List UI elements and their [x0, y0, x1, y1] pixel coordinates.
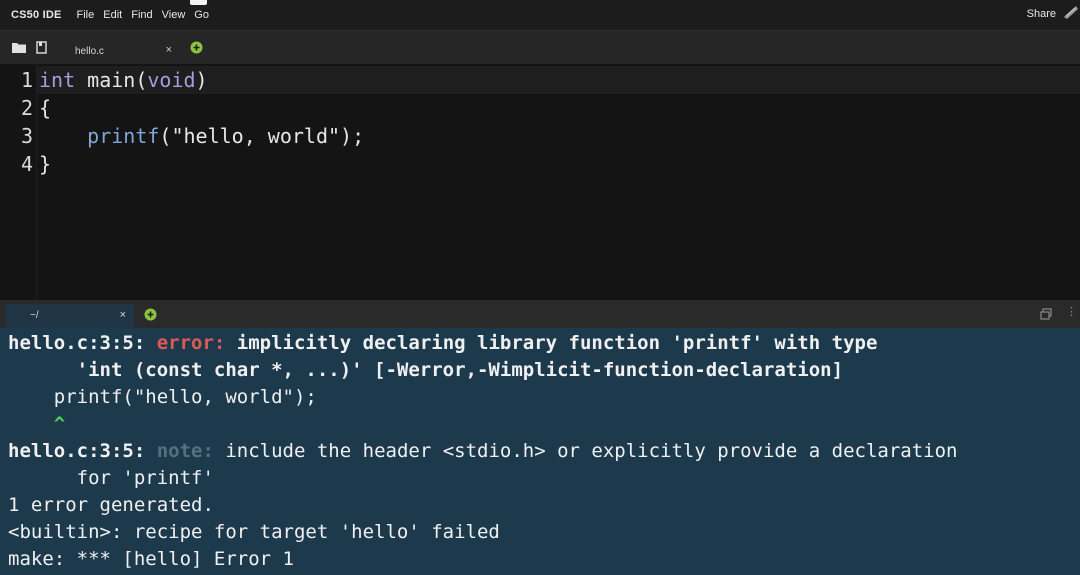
code-line-1[interactable]: int main(void) — [39, 68, 208, 92]
terminal-line: hello.c:3:5: note: include the header <s… — [8, 440, 957, 462]
tab-hello-c[interactable]: hello.c × — [60, 37, 182, 65]
terminal-line: for 'printf' — [8, 467, 214, 489]
share-icon[interactable] — [1062, 3, 1080, 21]
line-number: 3 — [20, 124, 33, 148]
menu-go[interactable]: Go — [190, 0, 209, 21]
terminal-line: hello.c:3:5: error: implicitly declaring… — [8, 332, 877, 354]
panel-menu-icon[interactable]: ⋮ — [1066, 305, 1077, 318]
terminal-output[interactable]: hello.c:3:5: error: implicitly declaring… — [0, 328, 1080, 575]
keyword: void — [147, 68, 196, 92]
menu-file[interactable]: File — [77, 9, 95, 21]
terminal-line: 'int (const char *, ...)' [-Werror,-Wimp… — [8, 359, 844, 381]
error-location: hello.c:3:5: — [8, 332, 157, 354]
menu-find[interactable]: Find — [131, 9, 152, 21]
terminal-line: printf("hello, world"); — [8, 386, 317, 408]
code-token: ) — [195, 68, 208, 92]
close-icon[interactable]: × — [120, 309, 126, 321]
code-token: ("hello, world"); — [159, 124, 365, 148]
menu-bar: CS50 IDE File Edit Find View Go Share — [0, 0, 1080, 30]
error-caret: ^ — [8, 413, 66, 435]
menu-view[interactable]: View — [162, 9, 186, 21]
keyword: int — [39, 68, 76, 92]
terminal-line: <builtin>: recipe for target 'hello' fai… — [8, 521, 500, 543]
line-number: 1 — [20, 68, 33, 92]
terminal-line: 1 error generated. — [8, 494, 214, 516]
line-number: 2 — [20, 96, 33, 120]
note-message: include the header <stdio.h> or explicit… — [213, 440, 958, 462]
error-message: implicitly declaring library function 'p… — [225, 332, 878, 354]
restore-panel-icon[interactable] — [1040, 308, 1052, 320]
line-number: 4 — [20, 152, 33, 176]
code-token: main( — [75, 68, 148, 92]
function-name: printf — [87, 124, 160, 148]
file-tree-icon[interactable] — [36, 41, 49, 54]
code-editor[interactable]: 1 2 3 4 int main(void) { printf("hello, … — [0, 64, 1080, 300]
code-line-4[interactable]: } — [39, 152, 51, 176]
code-line-3[interactable]: printf("hello, world"); — [39, 124, 364, 148]
code-line-2[interactable]: { — [39, 96, 51, 120]
note-label: note: — [156, 440, 214, 462]
add-tab-icon[interactable] — [190, 41, 203, 54]
tab-terminal[interactable]: ~/ × — [6, 304, 134, 328]
share-button[interactable]: Share — [1027, 8, 1056, 20]
menu-edit[interactable]: Edit — [103, 9, 122, 21]
close-icon[interactable]: × — [166, 44, 172, 56]
folder-icon[interactable] — [12, 42, 26, 53]
editor-tab-bar: hello.c × — [0, 30, 1080, 65]
tab-label: hello.c — [75, 46, 104, 57]
error-label: error: — [156, 332, 226, 354]
notification-flag-icon — [190, 0, 208, 5]
add-tab-icon[interactable] — [144, 308, 157, 321]
note-location: hello.c:3:5: — [8, 440, 157, 462]
line-number-gutter: 1 2 3 4 — [0, 64, 37, 300]
menu-go-label: Go — [194, 9, 209, 21]
terminal-tab-bar: ~/ × ⋮ — [0, 300, 1080, 328]
app-brand: CS50 IDE — [11, 9, 62, 21]
terminal-line: make: *** [hello] Error 1 — [8, 548, 294, 570]
tab-label: ~/ — [30, 310, 39, 321]
